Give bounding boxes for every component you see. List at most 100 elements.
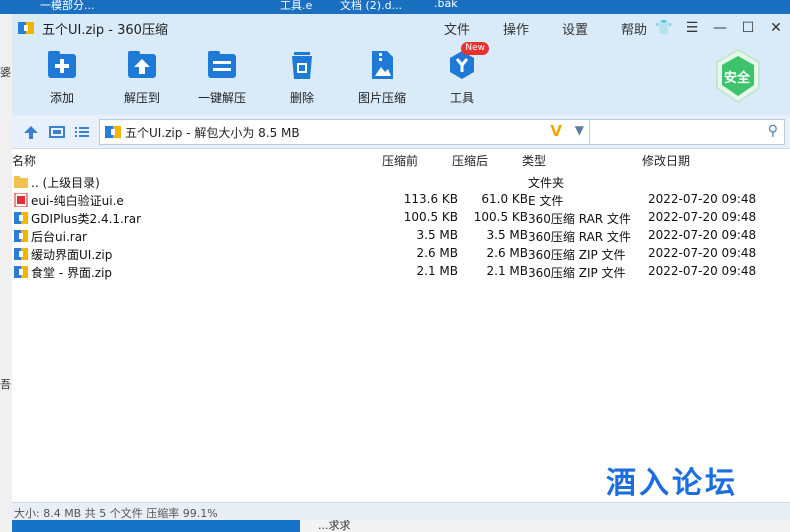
- image-compress-label: 图片压缩: [357, 91, 406, 105]
- column-packed[interactable]: 压缩前: [382, 152, 418, 169]
- extract-to-icon: [125, 48, 159, 82]
- maximize-icon[interactable]: ☐: [734, 20, 762, 36]
- file-type: 360压缩 ZIP 文件: [528, 266, 626, 280]
- extract-to-label: 解压到: [123, 91, 160, 105]
- checkmark-icon[interactable]: V: [550, 122, 562, 140]
- watermark: 酒入论坛: [606, 466, 738, 501]
- file-type: 文件夹: [528, 176, 565, 190]
- tools-icon: New: [445, 42, 489, 82]
- file-row[interactable]: .. (上级目录) 文件夹: [12, 173, 790, 191]
- title-bar[interactable]: 五个UI.zip - 360压缩 文件 操作 设置 帮助 👕 ☰ — ☐ ✕: [12, 14, 790, 42]
- file-row[interactable]: eui-纯白验证ui.e 113.6 KB 61.0 KB E 文件 2022-…: [12, 191, 790, 209]
- up-arrow-icon[interactable]: [22, 124, 40, 140]
- status-bar: 大小: 8.4 MB 共 5 个文件 压缩率 99.1%: [12, 502, 790, 520]
- desktop-label: 一模部分...: [40, 0, 95, 12]
- file-packed: 3.5 MB: [416, 228, 458, 242]
- folder-icon: [14, 176, 28, 188]
- menu-file[interactable]: 文件: [444, 19, 470, 38]
- file-name: 食堂 - 界面.zip: [31, 266, 113, 280]
- search-input[interactable]: ⚲: [589, 119, 785, 145]
- address-bar: 五个UI.zip - 解包大小为 8.5 MB V ▼ ⚲: [12, 115, 790, 149]
- file-row[interactable]: 缓动界面UI.zip 2.6 MB 2.6 MB 360压缩 ZIP 文件 20…: [12, 245, 790, 263]
- tools-label: 工具: [449, 91, 474, 105]
- file-type: E 文件: [528, 194, 564, 208]
- file-packed: 113.6 KB: [403, 192, 458, 206]
- desktop-label: 文档 (2).d...: [340, 0, 403, 12]
- file-type: 360压缩 ZIP 文件: [528, 248, 626, 262]
- delete-button[interactable]: 删除: [267, 48, 337, 106]
- path-field[interactable]: 五个UI.zip - 解包大小为 8.5 MB V ▼: [99, 119, 593, 145]
- file-date: 2022-07-20 09:48: [648, 246, 757, 260]
- add-button[interactable]: 添加: [27, 48, 97, 106]
- archive-icon: [14, 266, 28, 278]
- search-icon[interactable]: ⚲: [768, 123, 778, 139]
- file-unpacked: 2.6 MB: [486, 246, 528, 260]
- list-view-icon[interactable]: [73, 124, 91, 140]
- safe-badge[interactable]: 安全: [714, 48, 762, 104]
- file-row[interactable]: GDIPlus类2.4.1.rar 100.5 KB 100.5 KB 360压…: [12, 209, 790, 227]
- quick-extract-icon: [205, 48, 239, 82]
- desktop-label: .bak: [434, 0, 458, 10]
- file-name: eui-纯白验证ui.e: [31, 194, 124, 208]
- desktop-label: 吾: [0, 378, 11, 391]
- menu-help[interactable]: 帮助: [621, 19, 647, 38]
- file-unpacked: 2.1 MB: [486, 264, 528, 278]
- file-date: 2022-07-20 09:48: [648, 192, 757, 206]
- desktop-background: 一模部分... 工具.e 文档 (2).d... .bak: [0, 0, 790, 14]
- status-text: 大小: 8.4 MB 共 5 个文件 压缩率 99.1%: [14, 507, 218, 520]
- file-row[interactable]: 食堂 - 界面.zip 2.1 MB 2.1 MB 360压缩 ZIP 文件 2…: [12, 263, 790, 281]
- file-unpacked: 61.0 KB: [481, 192, 528, 206]
- window-controls: 👕 ☰ — ☐ ✕: [650, 14, 790, 42]
- file-unpacked: 3.5 MB: [486, 228, 528, 242]
- minimize-icon[interactable]: —: [706, 20, 734, 36]
- file-packed: 2.1 MB: [416, 264, 458, 278]
- file-type: 360压缩 RAR 文件: [528, 212, 631, 226]
- e-file-icon: [14, 193, 28, 207]
- file-row[interactable]: 后台ui.rar 3.5 MB 3.5 MB 360压缩 RAR 文件 2022…: [12, 227, 790, 245]
- extract-to-button[interactable]: 解压到: [107, 48, 177, 106]
- menu-icon[interactable]: ☰: [678, 20, 706, 36]
- column-unpacked[interactable]: 压缩后: [452, 152, 488, 169]
- desktop-label: 工具.e: [280, 0, 313, 12]
- chevron-down-icon[interactable]: ▼: [575, 123, 584, 137]
- archive-icon: [14, 230, 28, 242]
- delete-icon: [285, 48, 319, 82]
- column-type[interactable]: 类型: [522, 152, 546, 169]
- file-name: 后台ui.rar: [31, 230, 87, 244]
- add-icon: [45, 48, 79, 82]
- column-name[interactable]: 名称: [12, 152, 36, 169]
- image-compress-button[interactable]: 图片压缩: [347, 48, 417, 106]
- file-packed: 2.6 MB: [416, 246, 458, 260]
- file-date: 2022-07-20 09:48: [648, 228, 757, 242]
- thumbnail-view-icon[interactable]: [48, 124, 66, 140]
- file-date: 2022-07-20 09:48: [648, 210, 757, 224]
- zip-file-icon: [18, 21, 34, 35]
- window-title: 五个UI.zip - 360压缩: [42, 22, 168, 38]
- tools-button[interactable]: New 工具: [427, 42, 497, 106]
- menu-action[interactable]: 操作: [503, 19, 529, 38]
- archive-icon: [14, 212, 28, 224]
- desktop-label: 婆: [0, 66, 11, 79]
- zip-file-icon: [105, 125, 121, 139]
- quick-extract-label: 一键解压: [197, 91, 246, 105]
- delete-label: 删除: [289, 91, 314, 105]
- skin-icon[interactable]: 👕: [650, 20, 678, 36]
- file-type: 360压缩 RAR 文件: [528, 230, 631, 244]
- file-date: 2022-07-20 09:48: [648, 264, 757, 278]
- column-date[interactable]: 修改日期: [642, 152, 690, 169]
- desktop-strip: 婆 吾: [0, 14, 12, 532]
- file-name: GDIPlus类2.4.1.rar: [31, 212, 142, 226]
- archive-icon: [14, 248, 28, 260]
- file-unpacked: 100.5 KB: [473, 210, 528, 224]
- add-label: 添加: [49, 91, 74, 105]
- safe-label: 安全: [724, 71, 751, 86]
- app-window: 五个UI.zip - 360压缩 文件 操作 设置 帮助 👕 ☰ — ☐ ✕ 添…: [12, 14, 790, 520]
- quick-extract-button[interactable]: 一键解压: [187, 48, 257, 106]
- column-headers: 名称 压缩前 压缩后 类型 修改日期: [12, 149, 790, 169]
- close-icon[interactable]: ✕: [762, 20, 790, 36]
- image-compress-icon: [365, 48, 399, 82]
- new-badge: New: [461, 42, 489, 55]
- toolbar: 添加 解压到 一键解压 删除 图片压缩 New 工具 安全: [12, 42, 790, 115]
- menu-settings[interactable]: 设置: [562, 19, 588, 38]
- file-name: .. (上级目录): [31, 176, 100, 190]
